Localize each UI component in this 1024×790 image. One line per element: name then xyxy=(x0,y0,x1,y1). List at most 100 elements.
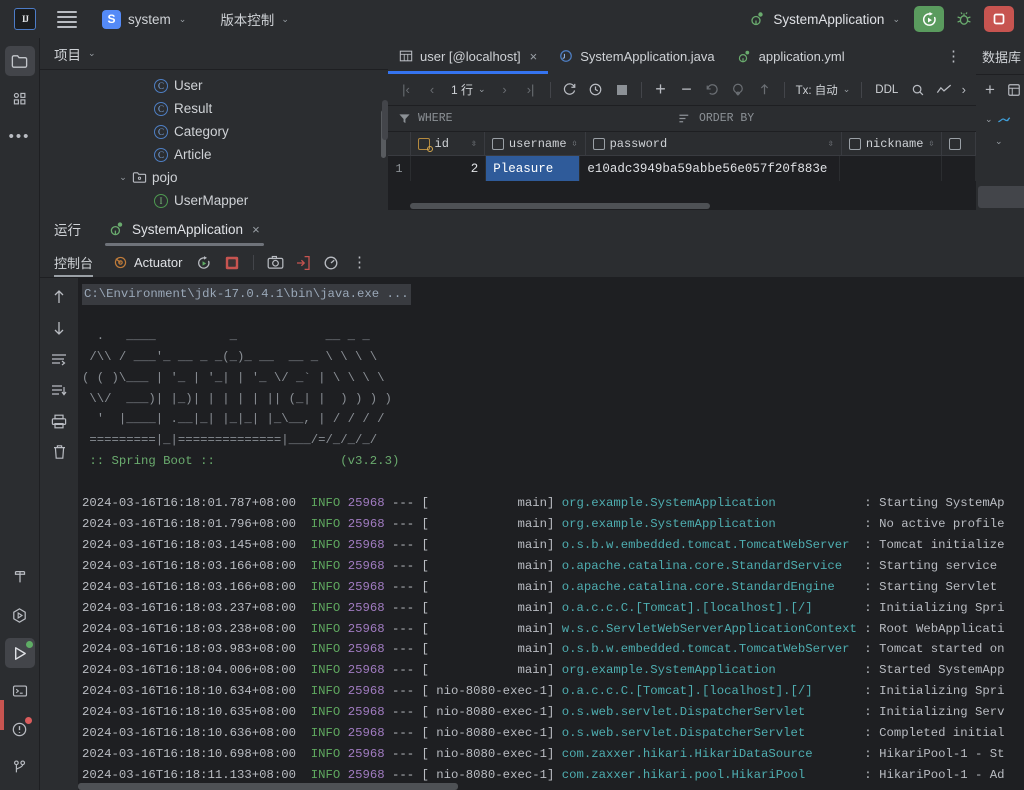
first-page-icon[interactable]: |‹ xyxy=(394,78,418,102)
scroll-to-end-icon[interactable] xyxy=(47,379,71,401)
sidebar-item-project[interactable] xyxy=(5,46,35,76)
prev-page-icon[interactable]: ‹ xyxy=(420,78,444,102)
chevron-down-icon: ⌄ xyxy=(179,14,187,25)
grid-cell[interactable]: 2 xyxy=(411,156,486,181)
grid-column-header[interactable]: nickname⇳ xyxy=(842,132,943,155)
project-selector[interactable]: S system ⌄ xyxy=(96,7,192,32)
sidebar-item-terminal[interactable] xyxy=(5,676,35,706)
scroll-down-icon[interactable] xyxy=(47,317,71,339)
database-tree-selected-row[interactable] xyxy=(978,186,1024,208)
grid-cell[interactable] xyxy=(942,156,976,181)
log-separator: : xyxy=(864,642,879,656)
chevron-down-icon[interactable]: ⌄ xyxy=(116,172,130,183)
editor-tab-1[interactable]: SystemApplication.java xyxy=(548,38,725,74)
screenshot-button[interactable] xyxy=(263,251,287,275)
sidebar-item-build[interactable] xyxy=(5,562,35,592)
transaction-mode-selector[interactable]: Tx: 自动 ⌄ xyxy=(792,82,855,98)
console-hscroll-thumb[interactable] xyxy=(78,783,458,790)
pending-transaction-icon[interactable] xyxy=(584,78,608,102)
project-tree-item[interactable]: CUser xyxy=(40,74,388,97)
sidebar-item-problems[interactable] xyxy=(5,714,35,744)
order-by-input[interactable]: ORDER BY xyxy=(678,112,754,125)
run-tab-systemapplication[interactable]: SystemApplication × xyxy=(99,210,270,248)
grid-cell[interactable]: e10adc3949ba59abbe56e057f20f883e xyxy=(580,156,840,181)
grid-column-header[interactable] xyxy=(942,132,976,155)
rerun-button[interactable] xyxy=(192,251,216,275)
project-tree-item[interactable]: CArticle xyxy=(40,143,388,166)
database-tree-row[interactable]: ⌄ xyxy=(976,130,1024,152)
stop-icon[interactable] xyxy=(610,78,634,102)
row-number-header xyxy=(388,132,411,155)
chart-icon[interactable] xyxy=(932,78,956,102)
editor-tab-0[interactable]: user [@localhost]× xyxy=(388,38,548,74)
more-tabs-icon[interactable]: ⋮ xyxy=(932,38,976,74)
tab-console[interactable]: 控制台 xyxy=(54,253,103,272)
rows-per-page-selector[interactable]: 1 行 ⌄ xyxy=(446,81,491,98)
log-separator: ] xyxy=(547,496,562,510)
debug-button[interactable] xyxy=(950,6,978,32)
editor-tab-2[interactable]: application.yml xyxy=(726,38,856,74)
log-logger: o.s.web.servlet.DispatcherServlet xyxy=(562,726,865,740)
sidebar-item-more[interactable]: ••• xyxy=(5,122,35,152)
sort-indicator-icon[interactable]: ⇳ xyxy=(471,138,477,150)
revert-icon[interactable] xyxy=(701,78,725,102)
sidebar-item-structure[interactable] xyxy=(5,84,35,114)
grid-cell[interactable]: Pleasure xyxy=(486,156,580,181)
sidebar-item-services[interactable] xyxy=(5,600,35,630)
project-tree-item[interactable]: ⌄pojo xyxy=(40,166,388,189)
project-tree-item[interactable]: IUserMapper xyxy=(40,189,388,210)
add-row-icon[interactable]: + xyxy=(649,78,673,102)
delete-row-icon[interactable]: − xyxy=(675,78,699,102)
log-thread: nio-8080-exec-1 xyxy=(429,768,547,782)
soft-wrap-icon[interactable] xyxy=(47,348,71,370)
sidebar-item-run[interactable] xyxy=(5,638,35,668)
log-thread: nio-8080-exec-1 xyxy=(429,726,547,740)
expand-arrow-icon[interactable]: › xyxy=(962,82,970,97)
spring-boot-banner-line: . ____ _ __ _ _ xyxy=(82,326,1024,347)
search-icon[interactable] xyxy=(906,78,930,102)
toolbar-separator xyxy=(550,82,551,98)
log-logger: org.example.SystemApplication xyxy=(562,663,865,677)
sort-indicator-icon[interactable]: ⇳ xyxy=(572,138,578,150)
stop-button[interactable] xyxy=(984,6,1014,32)
grid-column-header[interactable]: password⇳ xyxy=(586,132,842,155)
scroll-up-icon[interactable] xyxy=(47,286,71,308)
main-menu-icon[interactable] xyxy=(52,6,82,32)
project-tree-item[interactable]: CCategory xyxy=(40,120,388,143)
stop-button[interactable] xyxy=(220,251,244,275)
close-icon[interactable]: × xyxy=(252,222,260,237)
console-output[interactable]: C:\Environment\jdk-17.0.4.1\bin\java.exe… xyxy=(78,278,1024,790)
print-icon[interactable] xyxy=(47,410,71,432)
reload-icon[interactable] xyxy=(558,78,582,102)
grid-hscroll-thumb[interactable] xyxy=(410,203,710,209)
tab-actuator[interactable]: Actuator xyxy=(107,255,188,270)
grid-column-header[interactable]: id⇳ xyxy=(411,132,485,155)
close-icon[interactable]: × xyxy=(530,49,538,64)
sort-indicator-icon[interactable]: ⇳ xyxy=(928,138,934,150)
last-page-icon[interactable]: ›| xyxy=(519,78,543,102)
ddl-button[interactable]: DDL xyxy=(869,84,904,96)
more-options-button[interactable]: ⋮ xyxy=(347,251,371,275)
sidebar-item-version-control[interactable] xyxy=(5,752,35,782)
data-source-icon[interactable] xyxy=(1004,78,1024,102)
run-button[interactable] xyxy=(914,6,944,32)
version-control-menu[interactable]: 版本控制 ⌄ xyxy=(214,6,295,32)
grid-row[interactable]: 12Pleasuree10adc3949ba59abbe56e057f20f88… xyxy=(388,156,976,181)
grid-column-header[interactable]: username⇳ xyxy=(485,132,586,155)
log-logger: org.example.SystemApplication xyxy=(562,496,865,510)
add-icon[interactable]: + xyxy=(980,78,1000,102)
run-configuration-selector[interactable]: SystemApplication ⌄ xyxy=(742,8,908,30)
sort-indicator-icon[interactable]: ⇳ xyxy=(828,138,834,150)
export-button[interactable] xyxy=(291,251,315,275)
where-filter-input[interactable]: WHERE xyxy=(388,112,678,125)
project-pane-header[interactable]: 项目 ⌄ xyxy=(40,38,388,70)
next-page-icon[interactable]: › xyxy=(493,78,517,102)
submit-icon[interactable] xyxy=(727,78,751,102)
upload-icon[interactable] xyxy=(753,78,777,102)
profiler-button[interactable] xyxy=(319,251,343,275)
database-tree-row[interactable]: ⌄ xyxy=(976,108,1024,130)
project-tree-item[interactable]: CResult xyxy=(40,97,388,120)
interface-icon-glyph: I xyxy=(154,194,168,208)
clear-all-icon[interactable] xyxy=(47,441,71,463)
grid-cell[interactable] xyxy=(840,156,942,181)
